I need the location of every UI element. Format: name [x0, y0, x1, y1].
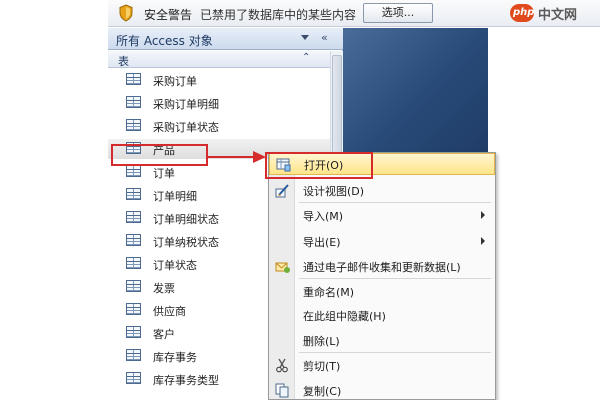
- group-label: 表: [118, 55, 129, 68]
- context-menu-item[interactable]: 剪切(T): [269, 355, 495, 377]
- nav-item-label: 采购订单: [153, 75, 197, 88]
- document-area: [343, 28, 488, 154]
- nav-item-label: 订单纳税状态: [153, 236, 219, 249]
- red-arrow-icon: [207, 151, 266, 163]
- nav-item-label: 供应商: [153, 305, 186, 318]
- nav-item[interactable]: 采购订单状态: [108, 116, 330, 136]
- context-menu-item-label: 设计视图(D): [303, 185, 365, 198]
- group-header-tables[interactable]: 表 ⌃: [108, 51, 330, 68]
- highlight-box-product: [111, 144, 208, 166]
- menu-separator: [299, 278, 491, 279]
- context-menu-item[interactable]: 在此组中隐藏(H): [269, 305, 495, 327]
- submenu-arrow-icon: [481, 211, 485, 219]
- php-logo-text: php: [513, 7, 535, 18]
- table-icon: [126, 234, 141, 246]
- nav-item-label: 订单明细状态: [153, 213, 219, 226]
- context-menu-item[interactable]: 导出(E): [269, 231, 495, 253]
- security-warning-message: 已禁用了数据库中的某些内容: [200, 8, 357, 22]
- table-icon: [126, 119, 141, 131]
- nav-pane-header[interactable]: 所有 Access 对象 «: [108, 28, 343, 50]
- highlight-box-open: [265, 152, 373, 179]
- table-icon: [126, 188, 141, 200]
- context-menu-item[interactable]: 设计视图(D): [269, 180, 495, 202]
- context-menu-item-label: 导入(M): [303, 210, 344, 223]
- nav-item[interactable]: 采购订单明细: [108, 93, 330, 113]
- context-menu-item-label: 在此组中隐藏(H): [303, 310, 386, 323]
- menu-separator: [299, 202, 491, 203]
- nav-item-label: 订单明细: [153, 190, 197, 203]
- context-menu-item-label: 通过电子邮件收集和更新数据(L): [303, 261, 461, 274]
- table-icon: [126, 96, 141, 108]
- context-menu-item-label: 导出(E): [303, 236, 341, 249]
- nav-item-label: 库存事务类型: [153, 374, 219, 387]
- context-menu-item-label: 剪切(T): [303, 360, 341, 373]
- table-icon: [126, 303, 141, 315]
- table-icon: [126, 372, 141, 384]
- scissors-icon: [275, 358, 290, 373]
- context-menu-item[interactable]: 通过电子邮件收集和更新数据(L): [269, 256, 495, 278]
- context-menu-item-label: 复制(C): [303, 385, 342, 398]
- context-menu: 打开(O) 设计视图(D) 导入(M) 导出(E) 通过电子邮件收集和更新数据(L) 重命…: [268, 152, 496, 400]
- php-logo: php: [510, 4, 534, 22]
- menu-separator: [299, 352, 491, 353]
- nav-item-label: 库存事务: [153, 351, 197, 364]
- nav-item-label: 采购订单状态: [153, 121, 219, 134]
- access-window: 安全警告 已禁用了数据库中的某些内容 选项... 所有 Access 对象 « …: [0, 0, 600, 400]
- shield-icon: [119, 4, 133, 22]
- design-view-icon: [275, 183, 290, 198]
- watermark: php 中文网: [510, 2, 598, 24]
- nav-pane-title: 所有 Access 对象: [116, 34, 213, 48]
- context-menu-item[interactable]: 导入(M): [269, 205, 495, 227]
- watermark-text: 中文网: [538, 8, 578, 23]
- collapse-icon[interactable]: ⌃: [302, 52, 310, 63]
- submenu-arrow-icon: [481, 237, 485, 245]
- options-button[interactable]: 选项...: [363, 3, 433, 23]
- chevron-down-icon[interactable]: [301, 35, 309, 40]
- context-menu-item[interactable]: 复制(C): [269, 380, 495, 400]
- nav-item-label: 采购订单明细: [153, 98, 219, 111]
- context-menu-item-label: 重命名(M): [303, 286, 355, 299]
- context-menu-item[interactable]: 重命名(M): [269, 281, 495, 303]
- nav-item-label: 发票: [153, 282, 175, 295]
- nav-item-label: 订单: [153, 167, 175, 180]
- table-icon: [126, 326, 141, 338]
- table-icon: [126, 165, 141, 177]
- copy-icon: [275, 383, 290, 398]
- shutter-bar-close-icon[interactable]: «: [321, 31, 328, 44]
- table-icon: [126, 280, 141, 292]
- nav-item-label: 订单状态: [153, 259, 197, 272]
- table-icon: [126, 349, 141, 361]
- table-icon: [126, 211, 141, 223]
- security-warning-title: 安全警告: [144, 8, 193, 22]
- nav-item[interactable]: 采购订单: [108, 70, 330, 90]
- context-menu-item[interactable]: 删除(L): [269, 330, 495, 352]
- table-icon: [126, 257, 141, 269]
- nav-item-label: 客户: [153, 328, 175, 341]
- table-icon: [126, 73, 141, 85]
- context-menu-item-label: 删除(L): [303, 335, 340, 348]
- email-collect-icon: [275, 259, 290, 274]
